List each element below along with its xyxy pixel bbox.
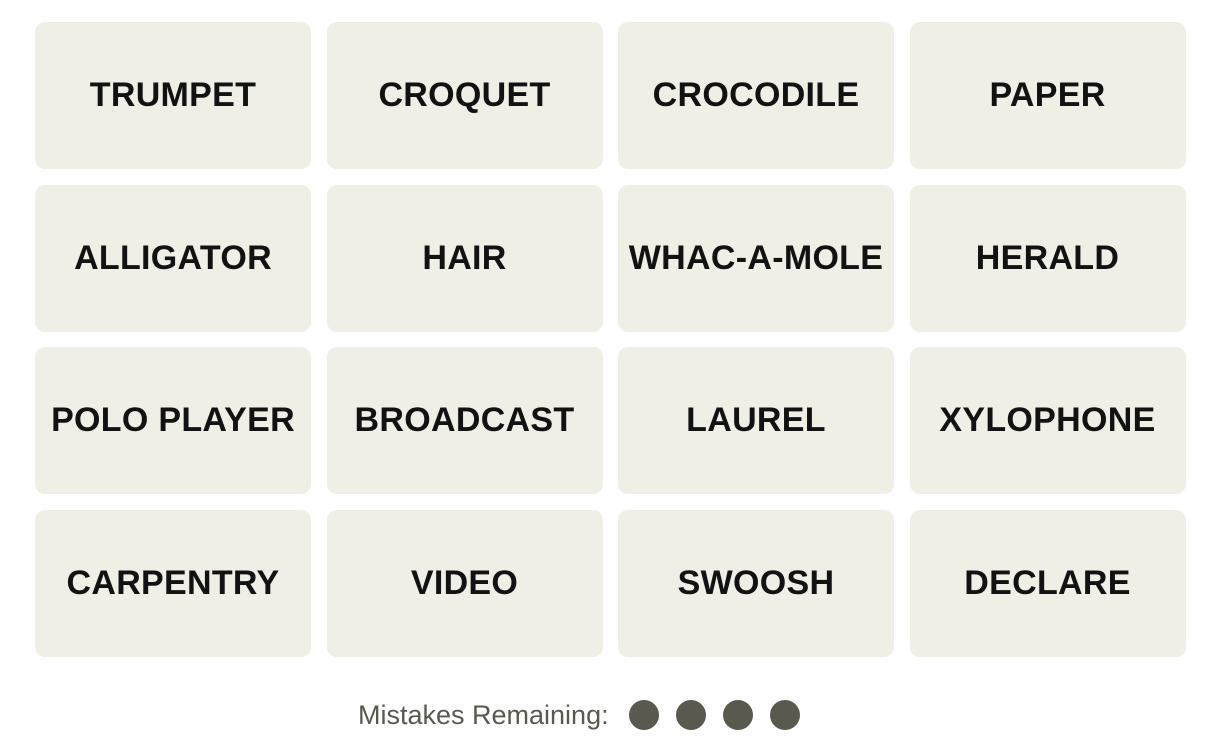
word-tile[interactable]: POLO PLAYER <box>35 347 311 494</box>
mistakes-label: Mistakes Remaining: <box>358 699 609 730</box>
mistake-dot <box>722 700 753 730</box>
mistakes-remaining: Mistakes Remaining: <box>358 695 817 735</box>
mistake-dot <box>628 700 659 730</box>
word-grid: TRUMPET CROQUET CROCODILE PAPER ALLIGATO… <box>35 22 1186 657</box>
word-tile[interactable]: HERALD <box>909 184 1186 332</box>
word-tile[interactable]: DECLARE <box>909 509 1186 657</box>
word-tile[interactable]: VIDEO <box>326 509 603 657</box>
word-tile[interactable]: BROADCAST <box>326 347 603 494</box>
word-tile[interactable]: TRUMPET <box>35 22 311 169</box>
word-tile[interactable]: CROQUET <box>326 22 603 169</box>
word-tile[interactable]: HAIR <box>326 184 603 332</box>
word-tile[interactable]: SWOOSH <box>618 509 894 657</box>
word-tile[interactable]: CROCODILE <box>618 22 894 169</box>
word-tile[interactable]: ALLIGATOR <box>35 184 311 332</box>
word-tile[interactable]: CARPENTRY <box>35 509 311 657</box>
word-tile[interactable]: XYLOPHONE <box>909 347 1186 494</box>
word-tile[interactable]: PAPER <box>909 22 1186 169</box>
word-tile[interactable]: WHAC-A-MOLE <box>618 184 894 332</box>
mistake-dot <box>675 700 706 730</box>
mistake-dot <box>769 700 800 730</box>
word-tile[interactable]: LAUREL <box>618 347 894 494</box>
mistake-dots <box>628 700 817 730</box>
